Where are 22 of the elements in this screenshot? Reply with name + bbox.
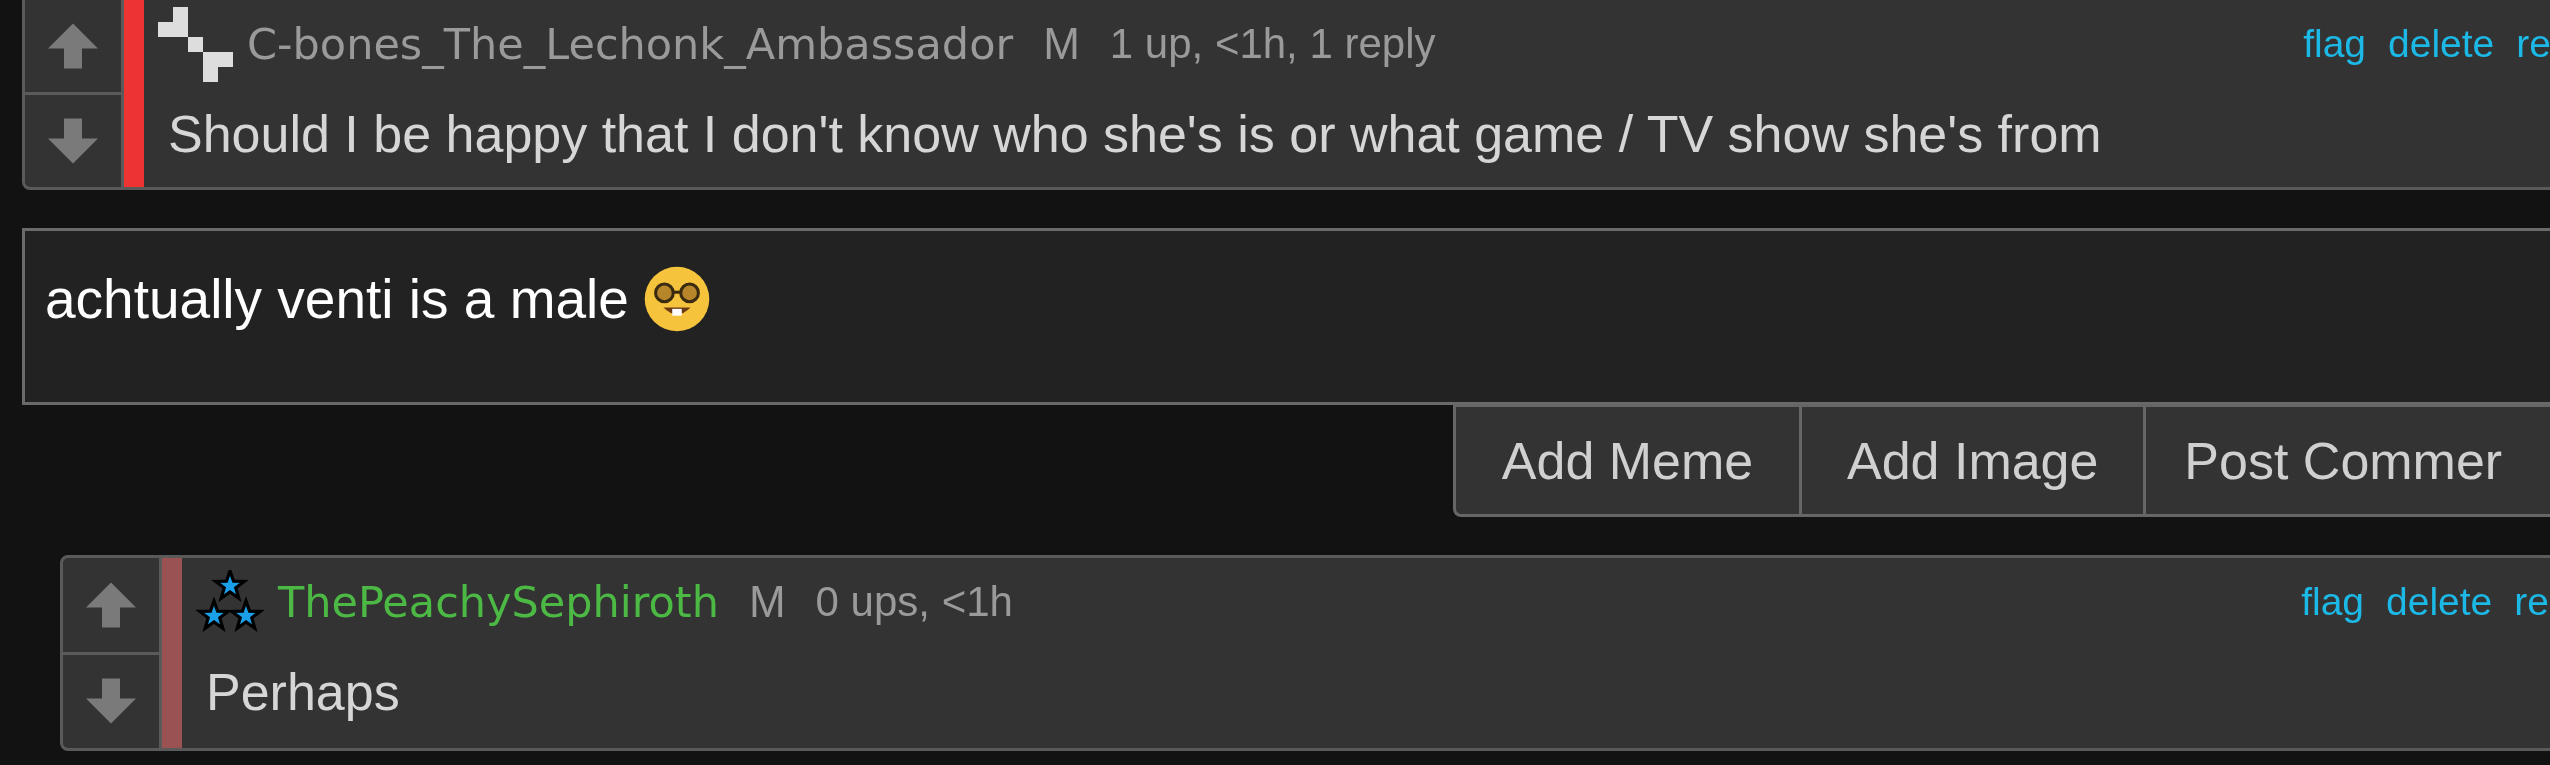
comment-action-link[interactable]: flag	[2301, 580, 2365, 624]
comment-action-link[interactable]: delete	[2386, 580, 2493, 624]
stars-icon	[196, 570, 264, 634]
pixel-blocks-icon	[158, 6, 233, 82]
composer-button[interactable]: Add Meme	[1453, 404, 1800, 517]
composer-button[interactable]: Post Commer	[2143, 404, 2550, 517]
comment-meta: 1 up, <1h, 1 reply	[1109, 20, 1436, 68]
username-link[interactable]: C-bones_The_Lechonk_Ambassador	[247, 19, 1014, 69]
comment-action-link[interactable]: delete	[2388, 22, 2495, 66]
mod-label: M	[1043, 19, 1080, 69]
comment-text: Should I be happy that I don't know who she's is or what game / TV show she's from	[167, 104, 2103, 164]
comment-action-link[interactable]: flag	[2303, 22, 2367, 66]
comment-action-link[interactable]: re	[2516, 22, 2550, 66]
comment-input[interactable]: achtually venti is a male	[22, 228, 2550, 405]
username-link[interactable]: ThePeachySephiroth	[278, 577, 719, 627]
mod-label: M	[748, 577, 786, 627]
comment-meta: 0 ups, <1h	[815, 578, 1013, 626]
composer-button[interactable]: Add Image	[1799, 404, 2144, 517]
comment-action-link[interactable]: re	[2514, 580, 2549, 624]
arrow-down-icon	[48, 116, 98, 166]
arrow-up-icon	[48, 21, 98, 71]
comment-text: Perhaps	[205, 662, 401, 722]
